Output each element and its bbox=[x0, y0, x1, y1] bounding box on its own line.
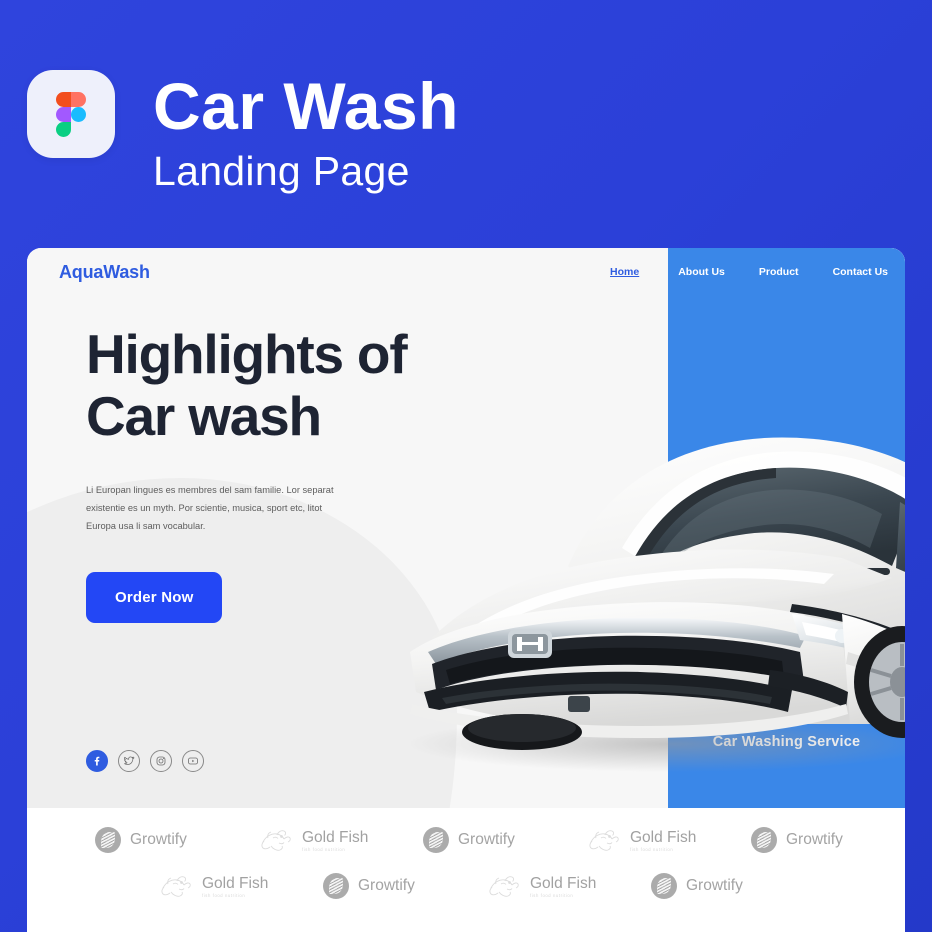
headline-line-1: Highlights of bbox=[86, 323, 408, 385]
logo-label: Gold Fish bbox=[530, 874, 597, 892]
hero-copy: Highlights of Car wash Li Europan lingue… bbox=[86, 323, 416, 623]
nav-link-home[interactable]: Home bbox=[593, 248, 661, 296]
logo-label: Gold Fish bbox=[630, 828, 697, 846]
logo-row-1: Growtify Gold Fish fish food nutrition G… bbox=[27, 826, 905, 854]
logo-row-2: Gold Fish fish food nutrition Growtify G… bbox=[27, 872, 905, 900]
page-subtitle: Landing Page bbox=[153, 148, 410, 195]
logo-label: Growtify bbox=[458, 831, 515, 848]
logo-label-group: Gold Fish fish food nutrition bbox=[530, 875, 596, 898]
logo-growtify: Growtify bbox=[751, 827, 905, 853]
nav-link-about-us[interactable]: About Us bbox=[661, 248, 742, 296]
hero-headline: Highlights of Car wash bbox=[86, 323, 416, 447]
logo-label: Growtify bbox=[358, 877, 415, 894]
goldfish-icon bbox=[161, 876, 191, 897]
logo-tagline: fish food nutrition bbox=[302, 846, 346, 852]
car-image bbox=[407, 437, 905, 772]
logo-tagline: fish food nutrition bbox=[530, 892, 574, 898]
logo-label-group: Gold Fish fish food nutrition bbox=[202, 875, 268, 898]
headline-line-2: Car wash bbox=[86, 384, 322, 447]
order-now-button[interactable]: Order Now bbox=[86, 571, 223, 623]
nav-link-contact-us[interactable]: Contact Us bbox=[816, 248, 905, 296]
growtify-leaf-icon bbox=[651, 873, 677, 899]
goldfish-icon bbox=[489, 876, 519, 897]
twitter-icon[interactable] bbox=[118, 750, 140, 772]
logo-gold-fish: Gold Fish fish food nutrition bbox=[259, 826, 423, 854]
figma-logo-icon bbox=[56, 92, 86, 137]
social-links bbox=[86, 750, 204, 772]
logo-label: Growtify bbox=[130, 831, 187, 848]
growtify-leaf-icon bbox=[423, 827, 449, 853]
page-title: Car Wash bbox=[153, 69, 459, 143]
instagram-icon[interactable] bbox=[150, 750, 172, 772]
page-header: Car Wash Landing Page bbox=[27, 70, 459, 194]
partner-logos-strip: Growtify Gold Fish fish food nutrition G… bbox=[27, 808, 905, 932]
nav-link-product[interactable]: Product bbox=[742, 248, 816, 296]
logo-label-group: Gold Fish fish food nutrition bbox=[630, 829, 696, 852]
navbar: AquaWash Home About Us Product Contact U… bbox=[27, 248, 905, 296]
logo-label: Growtify bbox=[786, 831, 843, 848]
landing-page-mockup: AquaWash Home About Us Product Contact U… bbox=[27, 248, 905, 932]
logo-growtify: Growtify bbox=[651, 873, 815, 899]
title-block: Car Wash Landing Page bbox=[153, 70, 459, 194]
logo-tagline: fish food nutrition bbox=[630, 846, 674, 852]
brand-logo[interactable]: AquaWash bbox=[59, 262, 150, 283]
logo-tagline: fish food nutrition bbox=[202, 892, 246, 898]
growtify-leaf-icon bbox=[95, 827, 121, 853]
logo-growtify: Growtify bbox=[323, 873, 487, 899]
hero-section: AquaWash Home About Us Product Contact U… bbox=[27, 248, 905, 808]
nav-links: Home About Us Product Contact Us bbox=[593, 248, 905, 296]
figma-logo-badge bbox=[27, 70, 115, 158]
logo-gold-fish: Gold Fish fish food nutrition bbox=[587, 826, 751, 854]
logo-growtify: Growtify bbox=[423, 827, 587, 853]
goldfish-icon bbox=[261, 830, 291, 851]
logo-label: Growtify bbox=[686, 877, 743, 894]
hero-paragraph: Li Europan lingues es membres del sam fa… bbox=[86, 485, 334, 532]
logo-gold-fish: Gold Fish fish food nutrition bbox=[159, 872, 323, 900]
logo-growtify: Growtify bbox=[95, 827, 259, 853]
logo-label-group: Gold Fish fish food nutrition bbox=[302, 829, 368, 852]
facebook-icon[interactable] bbox=[86, 750, 108, 772]
growtify-leaf-icon bbox=[751, 827, 777, 853]
growtify-leaf-icon bbox=[323, 873, 349, 899]
youtube-icon[interactable] bbox=[182, 750, 204, 772]
logo-label: Gold Fish bbox=[302, 828, 369, 846]
logo-gold-fish: Gold Fish fish food nutrition bbox=[487, 872, 651, 900]
goldfish-icon bbox=[589, 830, 619, 851]
logo-label: Gold Fish bbox=[202, 874, 269, 892]
